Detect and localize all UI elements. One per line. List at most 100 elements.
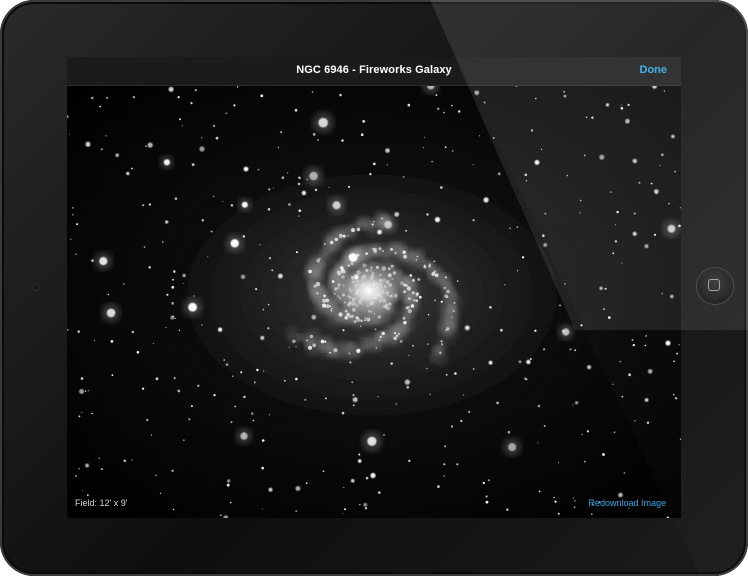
- field-star: [106, 96, 109, 99]
- field-star: [524, 173, 528, 177]
- galaxy-image[interactable]: [67, 85, 681, 518]
- star-glow: [312, 112, 334, 134]
- screen: NGC 6946 - Fireworks Galaxy Done Field: …: [67, 57, 681, 518]
- field-star: [91, 96, 94, 100]
- field-star: [277, 146, 280, 149]
- field-star: [557, 512, 560, 515]
- field-star: [608, 316, 611, 319]
- field-star: [526, 359, 531, 365]
- redownload-image-button[interactable]: Redownload Image: [588, 498, 666, 508]
- field-star: [574, 349, 577, 352]
- field-star: [201, 137, 203, 139]
- field-star: [230, 204, 234, 207]
- field-star: [518, 360, 522, 364]
- star-forming-knot: [292, 339, 296, 344]
- field-star: [295, 510, 298, 513]
- field-star: [587, 365, 592, 370]
- field-star: [353, 274, 359, 280]
- field-star: [262, 308, 265, 311]
- field-star: [173, 377, 176, 379]
- star-forming-knot: [443, 286, 446, 290]
- field-star: [673, 360, 675, 363]
- field-star: [199, 146, 205, 152]
- field-star: [155, 474, 157, 477]
- field-star: [572, 404, 574, 406]
- star-glow: [343, 247, 363, 268]
- field-star: [599, 286, 603, 290]
- field-star: [620, 107, 624, 110]
- field-star: [76, 223, 79, 226]
- field-star: [273, 187, 275, 189]
- field-star: [317, 139, 319, 141]
- star-glow: [503, 438, 521, 456]
- navigation-bar: NGC 6946 - Fireworks Galaxy Done: [67, 57, 681, 86]
- star-forming-knot: [329, 351, 331, 354]
- field-star: [530, 129, 534, 132]
- field-star: [146, 418, 149, 422]
- star-forming-knot: [316, 258, 321, 263]
- field-star: [107, 293, 110, 296]
- field-star: [87, 390, 89, 392]
- field-star: [143, 246, 146, 248]
- field-star: [581, 433, 583, 435]
- field-star: [538, 490, 541, 493]
- field-star: [402, 176, 405, 178]
- star-glow: [304, 166, 324, 186]
- field-star: [181, 124, 183, 126]
- field-star: [298, 215, 300, 217]
- field-star: [619, 360, 622, 363]
- field-star: [372, 162, 376, 166]
- star-forming-knot: [446, 296, 449, 298]
- field-star: [357, 459, 362, 463]
- star-forming-knot: [348, 352, 351, 355]
- field-star: [215, 136, 219, 140]
- field-star: [661, 153, 664, 157]
- star-forming-knot: [405, 306, 409, 310]
- field-star: [472, 368, 475, 370]
- done-button[interactable]: Done: [640, 64, 668, 76]
- field-star: [70, 238, 72, 240]
- field-star: [230, 421, 233, 424]
- field-star: [314, 188, 318, 192]
- field-star: [521, 256, 525, 259]
- field-star: [437, 107, 440, 110]
- field-star: [506, 508, 509, 511]
- star-forming-knot: [324, 340, 327, 343]
- field-star: [344, 508, 347, 511]
- field-star: [268, 487, 273, 492]
- star-forming-knot: [413, 299, 416, 302]
- field-star: [172, 278, 174, 281]
- field-star: [229, 501, 232, 504]
- field-star: [142, 204, 145, 207]
- field-star: [85, 141, 91, 147]
- star-forming-knot: [390, 247, 393, 251]
- field-star: [488, 360, 493, 365]
- field-star: [613, 431, 616, 434]
- field-star: [294, 108, 298, 112]
- field-star: [234, 405, 237, 408]
- star-forming-knot: [371, 223, 374, 226]
- field-star: [440, 340, 443, 343]
- home-button[interactable]: [697, 268, 733, 304]
- field-star: [645, 335, 647, 337]
- field-star: [171, 285, 175, 289]
- star-glow: [558, 324, 574, 340]
- field-star: [458, 110, 461, 113]
- field-star: [544, 212, 547, 215]
- field-star: [226, 483, 230, 487]
- field-star: [267, 327, 270, 330]
- field-star: [456, 463, 459, 466]
- field-star: [145, 145, 147, 147]
- star-glow: [182, 297, 203, 317]
- star-forming-knot: [351, 228, 355, 233]
- star-forming-knot: [325, 298, 330, 303]
- field-star: [653, 233, 657, 236]
- field-star: [462, 394, 464, 396]
- field-star: [563, 90, 565, 93]
- field-star: [85, 463, 89, 468]
- field-star: [599, 154, 605, 160]
- field-star: [605, 103, 610, 107]
- field-star: [295, 346, 297, 348]
- field-star: [612, 383, 614, 385]
- field-star: [147, 142, 153, 148]
